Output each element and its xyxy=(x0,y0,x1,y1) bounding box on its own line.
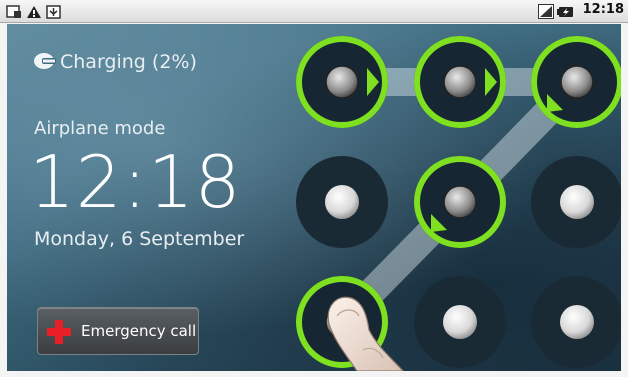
pattern-dot-2[interactable] xyxy=(414,36,506,128)
pattern-dot-9[interactable] xyxy=(531,276,621,368)
pattern-dot-8[interactable] xyxy=(414,276,506,368)
pattern-dot-1[interactable] xyxy=(296,36,388,128)
signal-icon xyxy=(538,4,554,23)
status-bar: 12:18 xyxy=(0,0,628,23)
pattern-dot-4[interactable] xyxy=(296,156,388,248)
battery-charging-icon xyxy=(557,4,574,23)
status-time: 12:18 xyxy=(582,2,624,17)
lock-screen: Charging (2%) Airplane mode 12:18 Monday… xyxy=(7,24,621,371)
warning-icon xyxy=(26,4,42,23)
usb-icon xyxy=(46,4,62,23)
pattern-dot-6[interactable] xyxy=(531,156,621,248)
pattern-dot-3[interactable] xyxy=(531,36,621,128)
pattern-dot-5[interactable] xyxy=(414,156,506,248)
unlock-pattern-grid[interactable] xyxy=(7,24,621,371)
usb-debug-icon xyxy=(6,4,22,23)
